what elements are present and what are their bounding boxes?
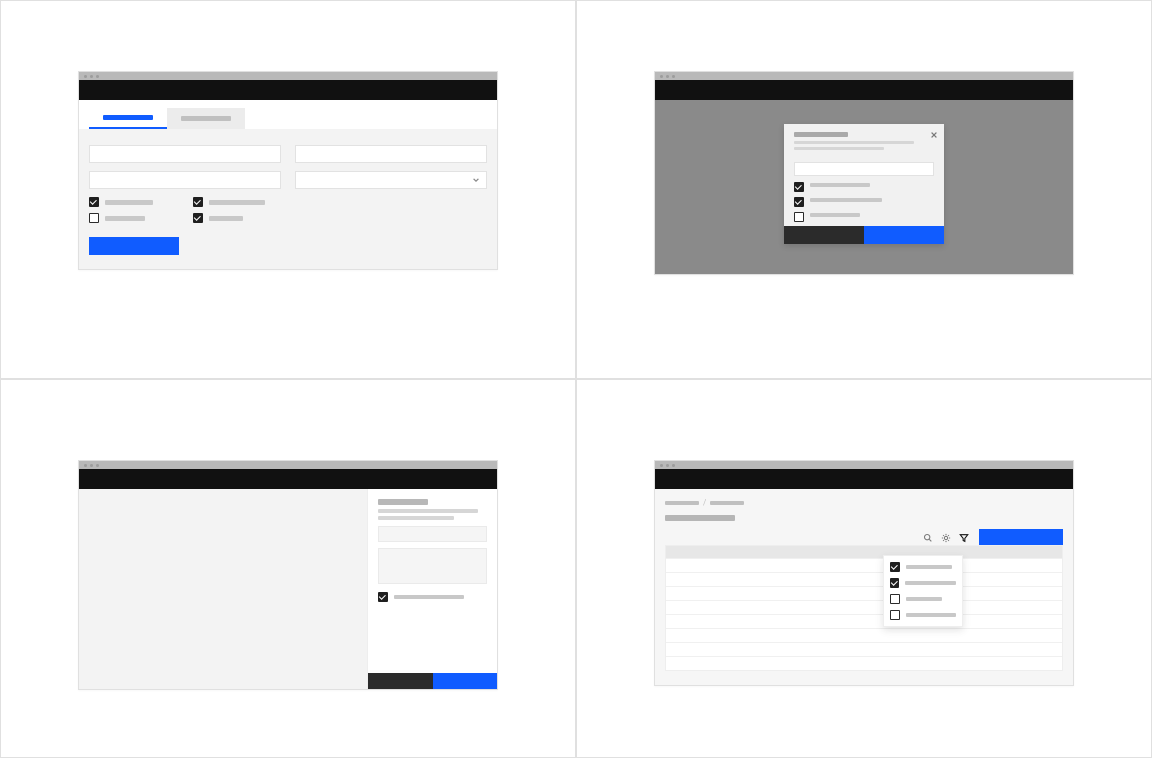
text-input-1[interactable] [89, 145, 281, 163]
table-row[interactable] [666, 586, 1062, 600]
checkbox-icon [794, 182, 804, 192]
confirm-button[interactable]: Confirm [864, 226, 944, 244]
breadcrumb: Section / Subsection [665, 499, 1063, 507]
table-row[interactable] [666, 600, 1062, 614]
settings-button[interactable]: Settings [937, 529, 955, 545]
cancel-button[interactable]: Cancel [784, 226, 864, 244]
table-toolbar: Search Settings Filter [665, 529, 1063, 545]
submit-button[interactable]: Submit [89, 237, 179, 255]
checkbox-icon [890, 578, 899, 588]
checkbox-option-4[interactable]: Option four [193, 213, 265, 223]
table-row[interactable] [666, 558, 1062, 572]
breadcrumb-item[interactable]: Section [665, 501, 699, 505]
modal-checkbox-1[interactable]: Checkbox option A [794, 182, 934, 192]
checkbox-option-3[interactable]: Option three [193, 197, 265, 207]
table-row[interactable] [666, 656, 1062, 670]
filter-option-4[interactable]: Filter D [890, 610, 956, 620]
text-input-3[interactable] [89, 171, 281, 189]
table-row[interactable] [666, 572, 1062, 586]
close-icon [930, 124, 938, 143]
checkbox-label: Filter C [906, 597, 942, 601]
checkbox-label: Filter B [905, 581, 956, 585]
window-titlebar [655, 461, 1073, 469]
search-button[interactable]: Search [919, 529, 937, 545]
wireframe-modal: Modal title Supporting description text … [654, 71, 1074, 275]
app-header [655, 469, 1073, 489]
checkbox-label: Checkbox option C [810, 213, 860, 217]
chevron-down-icon [472, 176, 480, 184]
filter-dropdown: Filter A Filter B Filter C Filter D [883, 555, 963, 627]
tab-list: Active tab Inactive tab [79, 100, 497, 129]
filter-button[interactable]: Filter [955, 529, 973, 545]
checkbox-icon [890, 610, 900, 620]
table-row[interactable] [666, 642, 1062, 656]
modal-text-input[interactable] [794, 162, 934, 176]
tab-inactive[interactable]: Inactive tab [167, 108, 245, 129]
modal-checkbox-3[interactable]: Checkbox option C [794, 212, 934, 222]
modal-dialog: Modal title Supporting description text … [784, 124, 944, 244]
wireframe-side-drawer: Side panel title Description for the sid… [78, 460, 498, 690]
checkbox-label: Filter A [906, 565, 952, 569]
close-button[interactable] [929, 128, 939, 138]
checkbox-icon [89, 197, 99, 207]
checkbox-label: Option four [209, 216, 243, 221]
wireframe-data-table: Section / Subsection Page title Search [654, 460, 1074, 686]
modal-title: Modal title [794, 132, 848, 137]
drawer-checkbox[interactable]: Agreement checkbox label [378, 592, 487, 602]
modal-checkbox-2[interactable]: Checkbox option B [794, 197, 934, 207]
drawer-title: Side panel title [378, 499, 487, 505]
checkbox-icon [890, 562, 900, 572]
data-table [665, 545, 1063, 671]
checkbox-label: Option three [209, 200, 265, 205]
breadcrumb-item[interactable]: Subsection [710, 501, 744, 505]
wireframe-tabs-form: Active tab Inactive tab [78, 71, 498, 270]
cancel-button[interactable]: Cancel [368, 673, 433, 689]
app-header [79, 469, 497, 489]
checkbox-icon [378, 592, 388, 602]
table-header-row [666, 546, 1062, 558]
app-header [79, 80, 497, 100]
checkbox-icon [890, 594, 900, 604]
checkbox-option-2[interactable]: Option two [89, 213, 153, 223]
checkbox-label: Option two [105, 216, 145, 221]
checkbox-option-1[interactable]: Option one [89, 197, 153, 207]
checkbox-label: Agreement checkbox label [394, 595, 464, 599]
window-titlebar [655, 72, 1073, 80]
drawer-textarea[interactable] [378, 548, 487, 584]
app-header [655, 80, 1073, 100]
drawer-description: Description for the side panel content. … [378, 509, 487, 520]
gear-icon [941, 528, 951, 547]
checkbox-icon [193, 197, 203, 207]
tab-active[interactable]: Active tab [89, 108, 167, 129]
table-row[interactable] [666, 614, 1062, 628]
filter-icon [959, 528, 969, 547]
window-titlebar [79, 461, 497, 469]
window-titlebar [79, 72, 497, 80]
checkbox-label: Checkbox option B [810, 198, 882, 202]
drawer-text-input[interactable] [378, 526, 487, 542]
modal-description: Supporting description text line one goe… [794, 141, 914, 144]
page-title: Page title [665, 515, 1063, 521]
checkbox-label: Option one [105, 200, 153, 205]
search-icon [923, 528, 933, 547]
checkbox-icon [794, 197, 804, 207]
text-input-2[interactable] [295, 145, 487, 163]
select-input[interactable] [295, 171, 487, 189]
checkbox-icon [193, 213, 203, 223]
checkbox-label: Checkbox option A [810, 183, 870, 187]
filter-option-1[interactable]: Filter A [890, 562, 956, 572]
filter-option-3[interactable]: Filter C [890, 594, 956, 604]
table-row[interactable] [666, 628, 1062, 642]
filter-option-2[interactable]: Filter B [890, 578, 956, 588]
side-drawer: Side panel title Description for the sid… [367, 489, 497, 689]
checkbox-label: Filter D [906, 613, 956, 617]
modal-description: Second line of description. [794, 147, 884, 150]
breadcrumb-separator: / [703, 499, 706, 507]
primary-action-button[interactable]: Primary action [979, 529, 1063, 545]
checkbox-icon [89, 213, 99, 223]
checkbox-icon [794, 212, 804, 222]
confirm-button[interactable]: Confirm [433, 673, 498, 689]
